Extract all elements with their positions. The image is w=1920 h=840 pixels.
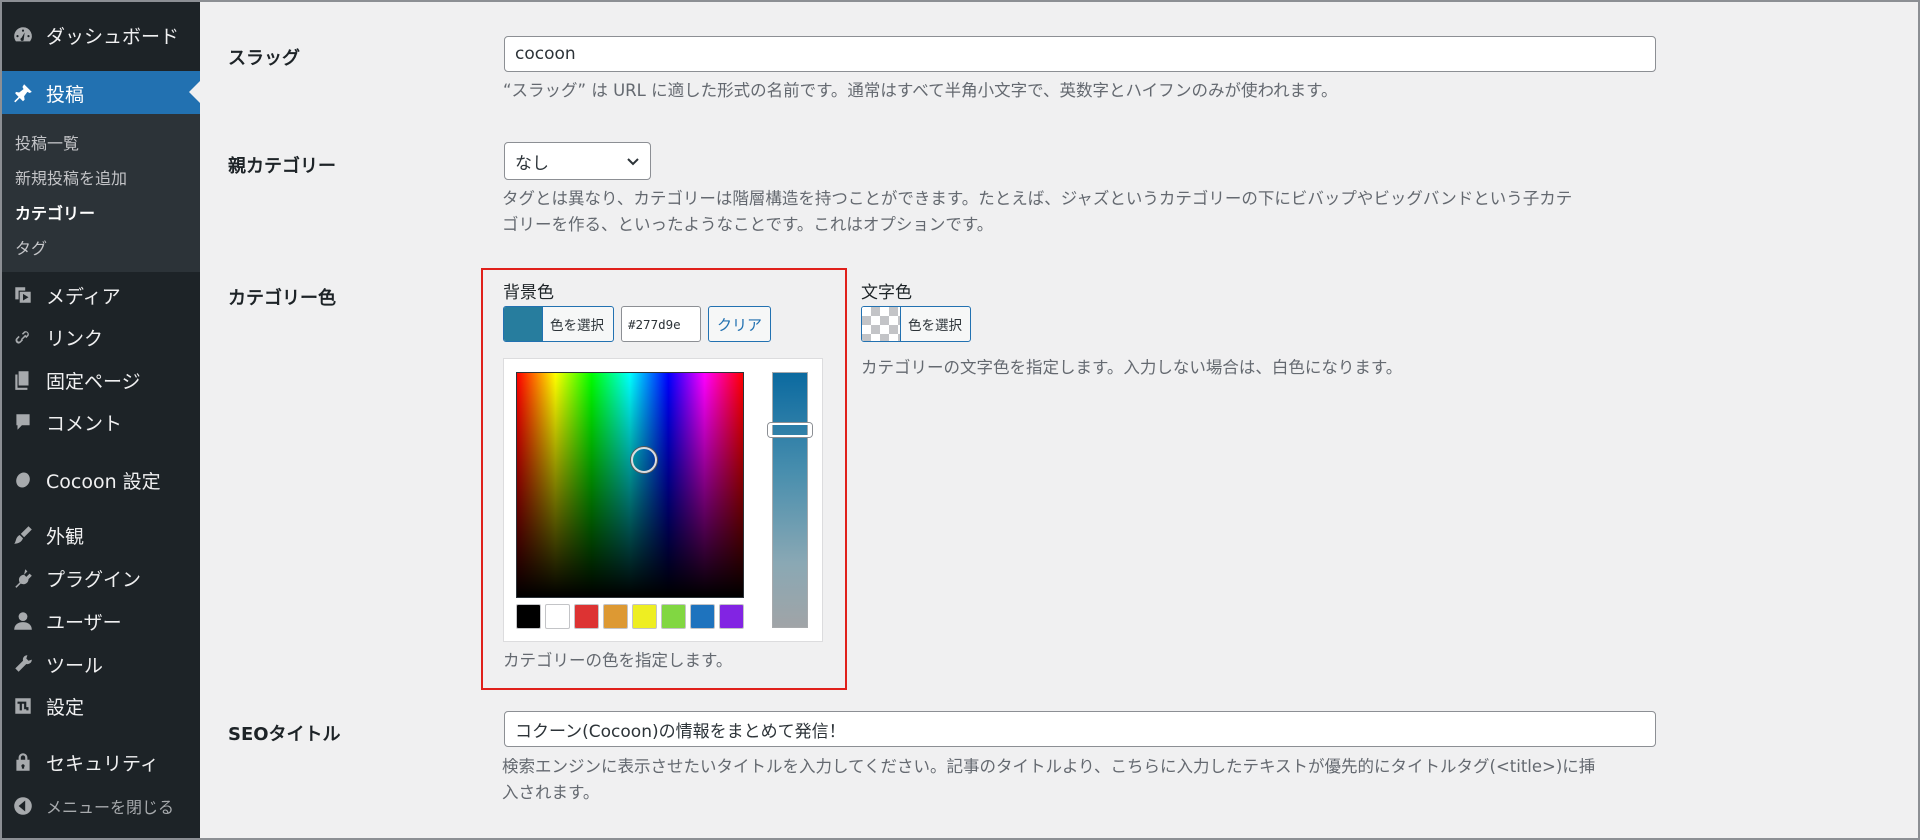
menu-plugins[interactable]: プラグイン xyxy=(0,558,200,598)
menu-label: コメント xyxy=(46,412,123,435)
bg-color-description: カテゴリーの色を指定します。 xyxy=(503,651,733,670)
palette-swatch-white[interactable] xyxy=(545,604,570,629)
palette-swatch-purple[interactable] xyxy=(719,604,744,629)
menu-settings[interactable]: 設定 xyxy=(0,686,200,726)
text-color-label: 文字色 xyxy=(861,283,912,303)
text-color-select-label: 色を選択 xyxy=(900,307,969,341)
clear-button[interactable]: クリア xyxy=(708,306,771,342)
menu-security[interactable]: セキュリティ xyxy=(0,742,200,782)
bg-hex-input[interactable]: #277d9e xyxy=(621,306,701,342)
current-indicator xyxy=(189,81,200,103)
dashboard-icon xyxy=(0,24,46,46)
menu-cocoon-settings[interactable]: Cocoon 設定 xyxy=(0,460,200,500)
menu-media[interactable]: メディア xyxy=(0,275,200,315)
seo-title-label: SEOタイトル xyxy=(228,724,341,745)
collapse-label: メニューを閉じる xyxy=(46,798,175,817)
menu-posts[interactable]: 投稿 xyxy=(0,71,200,115)
admin-sidebar: ダッシュボード 投稿 投稿一覧 新規投稿を追加 カテゴリー タグ メディア リン… xyxy=(0,0,200,840)
menu-label: セキュリティ xyxy=(46,752,159,775)
seo-title-input[interactable]: コクーン(Cocoon)の情報をまとめて発信！ xyxy=(504,711,1656,747)
seo-description-line2: 入されます。 xyxy=(502,783,600,802)
menu-links[interactable]: リンク xyxy=(0,317,200,357)
saturation-value-area[interactable] xyxy=(516,372,744,598)
menu-appearance[interactable]: 外観 xyxy=(0,515,200,555)
menu-label: リンク xyxy=(46,327,104,350)
parent-category-select[interactable]: なし xyxy=(504,142,651,180)
menu-users[interactable]: ユーザー xyxy=(0,601,200,641)
palette-swatch-yellow[interactable] xyxy=(632,604,657,629)
palette-swatch-blue[interactable] xyxy=(690,604,715,629)
posts-submenu: 投稿一覧 新規投稿を追加 カテゴリー タグ xyxy=(0,114,200,272)
collapse-menu-button[interactable]: メニューを閉じる xyxy=(0,786,200,826)
sv-handle[interactable] xyxy=(631,447,657,473)
palette-swatch-red[interactable] xyxy=(574,604,599,629)
submenu-tags[interactable]: タグ xyxy=(15,235,47,259)
pages-icon xyxy=(0,369,46,391)
parent-category-label: 親カテゴリー xyxy=(228,156,336,177)
text-color-select-button[interactable]: 色を選択 xyxy=(861,306,971,342)
menu-label: 固定ページ xyxy=(46,370,141,393)
menu-label: Cocoon 設定 xyxy=(46,470,161,493)
hue-slider[interactable] xyxy=(772,372,808,628)
hue-slider-handle[interactable] xyxy=(768,423,812,437)
bg-color-swatch xyxy=(504,307,542,341)
media-icon xyxy=(0,284,46,306)
comment-icon xyxy=(0,411,46,433)
plugin-icon xyxy=(0,567,46,589)
menu-label: プラグイン xyxy=(46,568,142,591)
submenu-categories[interactable]: カテゴリー xyxy=(15,200,95,224)
color-picker xyxy=(503,358,823,642)
menu-pages[interactable]: 固定ページ xyxy=(0,360,200,400)
menu-label: ユーザー xyxy=(46,611,122,634)
menu-label: ツール xyxy=(46,654,104,677)
slug-description: “スラッグ” は URL に適した形式の名前です。通常はすべて半角小文字で、英数… xyxy=(503,81,1338,100)
collapse-icon xyxy=(0,795,46,817)
menu-dashboard[interactable]: ダッシュボード xyxy=(0,15,200,55)
seo-description-line1: 検索エンジンに表示させたいタイトルを入力してください。記事のタイトルより、こちら… xyxy=(502,757,1596,776)
user-icon xyxy=(0,610,46,632)
submenu-all-posts[interactable]: 投稿一覧 xyxy=(15,130,79,154)
slug-label: スラッグ xyxy=(228,48,300,69)
pin-icon xyxy=(0,82,46,104)
menu-tools[interactable]: ツール xyxy=(0,644,200,684)
lock-icon xyxy=(0,751,46,773)
settings-icon xyxy=(0,695,46,717)
category-color-label: カテゴリー色 xyxy=(228,288,336,309)
menu-comments[interactable]: コメント xyxy=(0,402,200,442)
background-color-label: 背景色 xyxy=(503,283,554,303)
palette-swatch-black[interactable] xyxy=(516,604,541,629)
parent-description-line2: ゴリーを作る、といったようなことです。これはオプションです。 xyxy=(502,215,994,234)
submenu-add-post[interactable]: 新規投稿を追加 xyxy=(15,165,127,189)
palette-swatch-green[interactable] xyxy=(661,604,686,629)
menu-label: メディア xyxy=(46,285,121,308)
bg-color-select-label: 色を選択 xyxy=(542,307,611,341)
slug-input[interactable]: cocoon xyxy=(504,36,1656,72)
brush-icon xyxy=(0,524,46,546)
link-icon xyxy=(0,326,46,348)
text-color-description: カテゴリーの文字色を指定します。入力しない場合は、白色になります。 xyxy=(861,358,1403,377)
menu-label: 設定 xyxy=(46,696,85,719)
menu-label: ダッシュボード xyxy=(46,25,180,48)
parent-description-line1: タグとは異なり、カテゴリーは階層構造を持つことができます。たとえば、ジャズという… xyxy=(502,189,1573,208)
wrench-icon xyxy=(0,653,46,675)
cocoon-icon xyxy=(0,469,46,491)
menu-label: 外観 xyxy=(46,525,85,548)
bg-color-select-button[interactable]: 色を選択 xyxy=(503,306,614,342)
parent-category-value: なし xyxy=(515,153,549,174)
text-color-swatch xyxy=(862,307,900,341)
menu-label: 投稿 xyxy=(46,83,85,106)
chevron-down-icon xyxy=(627,158,639,166)
palette-swatch-orange[interactable] xyxy=(603,604,628,629)
